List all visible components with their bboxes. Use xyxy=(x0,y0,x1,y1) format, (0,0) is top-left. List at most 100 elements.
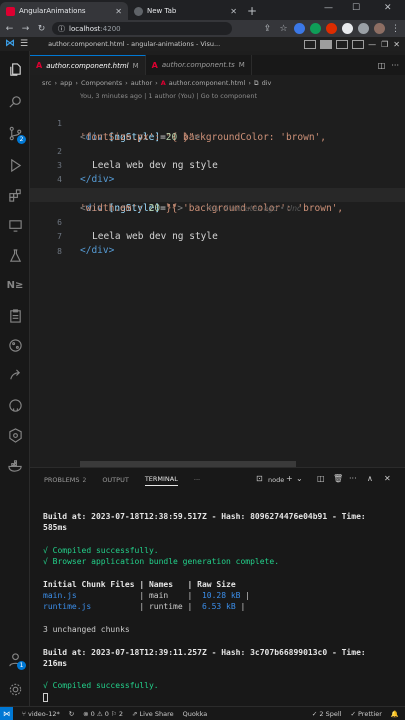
live-share-icon[interactable] xyxy=(7,367,23,383)
browser-menu-icon[interactable]: ⋮ xyxy=(390,24,401,34)
status-bar: ⋈ ⑂ video-12* ↻ ⊗ 0 ⚠ 0 ⚐ 2 ⇗ Live Share… xyxy=(0,706,405,720)
branch-status[interactable]: ⑂ video-12* xyxy=(22,710,60,718)
angular-file-icon: A xyxy=(36,61,43,70)
share-icon[interactable]: ⇪ xyxy=(262,24,273,34)
toggle-sidebar-icon[interactable] xyxy=(304,39,317,49)
forward-icon[interactable]: → xyxy=(20,24,31,34)
maximize-panel-icon[interactable]: ∧ xyxy=(367,474,373,483)
code-line-1[interactable]: 1 <div [ngStyle]="{ backgroundColor: 'br… xyxy=(30,103,405,143)
reload-icon[interactable]: ↻ xyxy=(36,24,47,34)
code-line-8[interactable]: 8 xyxy=(30,231,405,256)
problems-status[interactable]: ⊗ 0 ⚠ 0 ⚐ 2 xyxy=(83,710,123,718)
editor-tab-label: author.component.html xyxy=(46,61,129,70)
settings-gear-icon[interactable] xyxy=(7,681,23,697)
chevron-down-icon[interactable]: ⌄ xyxy=(296,474,303,483)
profile-avatar[interactable] xyxy=(374,23,385,34)
code-line-5-wrap[interactable]: 'width.em': 20 }"> You, 4 minutes ago • … xyxy=(30,188,405,214)
close-window-icon[interactable]: ✕ xyxy=(384,3,392,13)
bell-icon[interactable]: 🔔 xyxy=(391,710,399,718)
breadcrumb-item[interactable]: Components xyxy=(81,79,122,87)
toggle-panel-icon[interactable] xyxy=(320,39,333,49)
browser-tab-new-tab[interactable]: New Tab ✕ xyxy=(128,2,243,20)
nx-console-icon[interactable]: N≥ xyxy=(7,277,24,293)
line-number: 8 xyxy=(57,247,62,256)
split-terminal-icon[interactable]: ◫ xyxy=(317,474,325,483)
close-icon[interactable]: ✕ xyxy=(393,40,400,49)
live-share-status[interactable]: ⇗ Live Share xyxy=(132,710,174,718)
menu-icon[interactable]: ☰ xyxy=(20,39,28,49)
code-line-4[interactable]: 4 xyxy=(30,159,405,184)
puzzle-extensions-icon[interactable] xyxy=(358,23,369,34)
tab-terminal[interactable]: TERMINAL xyxy=(144,475,178,486)
testing-icon[interactable] xyxy=(7,247,23,263)
code-line-2[interactable]: 2 Leela web dev ng style xyxy=(30,131,405,171)
address-bar[interactable]: ⓘ localhost:4200 xyxy=(52,22,232,35)
customize-layout-icon[interactable] xyxy=(352,39,365,49)
close-tab-icon[interactable]: ✕ xyxy=(115,7,122,16)
close-tab-icon[interactable]: ✕ xyxy=(230,7,237,16)
new-tab-button[interactable]: + xyxy=(243,2,261,20)
editor-tab-bar: A author.component.html M A author.compo… xyxy=(30,55,405,75)
code-line-6[interactable]: 6 Leela web dev ng style xyxy=(30,202,405,242)
modified-badge: M xyxy=(132,61,139,70)
explorer-icon[interactable] xyxy=(7,61,23,77)
restore-icon[interactable]: ❐ xyxy=(381,40,388,49)
minimize-icon[interactable]: — xyxy=(368,40,376,49)
browser-tab-angularanimations[interactable]: AngularAnimations ✕ xyxy=(0,2,128,20)
sync-icon[interactable]: ↻ xyxy=(69,710,74,718)
accounts-icon[interactable]: 1 xyxy=(7,651,26,670)
toggle-secondary-sidebar-icon[interactable] xyxy=(336,39,349,49)
minimize-icon[interactable]: — xyxy=(324,3,333,13)
breadcrumb-item[interactable]: author xyxy=(131,79,152,87)
maximize-icon[interactable]: ☐ xyxy=(352,3,360,13)
clipboard-icon[interactable] xyxy=(7,307,23,323)
trash-icon[interactable]: 🗑 xyxy=(333,474,343,483)
spell-status[interactable]: ✓ 2 Spell xyxy=(312,710,342,718)
run-debug-icon[interactable] xyxy=(7,157,23,173)
quokka-status[interactable]: Quokka xyxy=(183,710,208,718)
terminal-output[interactable]: Build at: 2023-07-18T12:38:59.517Z - Has… xyxy=(43,511,398,703)
extension-icon[interactable] xyxy=(326,23,337,34)
extensions-icon[interactable] xyxy=(7,187,23,203)
split-editor-icon[interactable]: ◫ xyxy=(378,61,386,70)
kubernetes-icon[interactable] xyxy=(7,427,23,443)
editor-tab-author-html[interactable]: A author.component.html M xyxy=(30,55,146,75)
extension-icon[interactable] xyxy=(294,23,305,34)
remote-indicator-icon[interactable]: ⋈ xyxy=(0,706,13,720)
terminal-shell-name[interactable]: node xyxy=(268,476,284,484)
code-line-7[interactable]: 7 </div> xyxy=(30,216,405,256)
tab-problems[interactable]: PROBLEMS 2 xyxy=(44,476,86,484)
breadcrumb-item[interactable]: app xyxy=(60,79,72,87)
chrome-favicon-icon xyxy=(134,6,143,16)
prettier-status[interactable]: ✓ Prettier xyxy=(350,710,381,718)
vscode-logo-icon: ⋈ xyxy=(5,38,15,49)
panel-more-icon[interactable]: ··· xyxy=(349,474,357,483)
extension-icon[interactable] xyxy=(342,23,353,34)
codelens-blame[interactable]: You, 3 minutes ago | 1 author (You) | Go… xyxy=(80,92,257,100)
chevron-right-icon: › xyxy=(248,79,251,87)
breadcrumb-item[interactable]: src xyxy=(42,79,52,87)
docker-icon[interactable] xyxy=(7,457,23,473)
extension-icon[interactable] xyxy=(310,23,321,34)
code-line-1-wrap[interactable]: 'fontSize.px': 20 }"> xyxy=(30,117,405,143)
code-line-5[interactable]: 5 <div [ngStyle]="{ 'background-color': … xyxy=(30,174,405,214)
github-icon[interactable] xyxy=(7,397,23,413)
editor-tab-author-ts[interactable]: A author.component.ts M xyxy=(146,55,252,75)
breadcrumb-item[interactable]: div xyxy=(262,79,272,87)
new-terminal-icon[interactable]: + xyxy=(286,474,293,483)
git-graph-icon[interactable] xyxy=(7,337,23,353)
code-line-3[interactable]: 3 </div> xyxy=(30,145,405,185)
search-icon[interactable] xyxy=(7,93,23,109)
accounts-badge: 1 xyxy=(17,661,26,670)
bookmark-star-icon[interactable]: ☆ xyxy=(278,24,289,34)
chevron-right-icon: › xyxy=(54,79,58,87)
panel-more-icon[interactable]: ··· xyxy=(194,476,200,484)
activity-bar: 2 N≥ 1 xyxy=(0,51,30,706)
close-panel-icon[interactable]: ✕ xyxy=(384,474,391,483)
source-control-icon[interactable]: 2 xyxy=(7,125,26,144)
back-icon[interactable]: ← xyxy=(4,24,15,34)
more-actions-icon[interactable]: ··· xyxy=(391,61,399,70)
breadcrumb-item[interactable]: author.component.html xyxy=(169,79,246,87)
tab-output[interactable]: OUTPUT xyxy=(102,476,129,484)
remote-explorer-icon[interactable] xyxy=(7,217,23,233)
